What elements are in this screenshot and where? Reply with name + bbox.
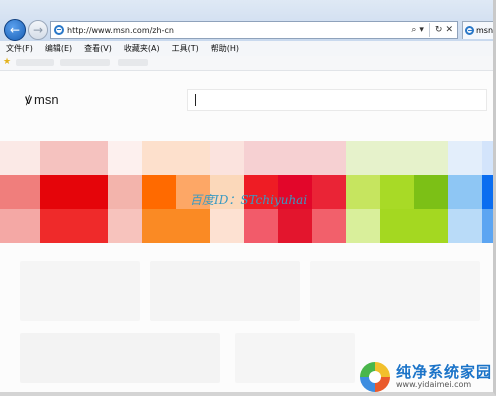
- menu-bar: 文件(F) 编辑(E) 查看(V) 收藏夹(A) 工具(T) 帮助(H): [0, 41, 493, 56]
- close-icon[interactable]: ✕: [445, 25, 453, 35]
- blurred-content: [150, 261, 300, 321]
- forward-arrow-icon: →: [32, 23, 44, 37]
- msn-page: ꝟ msn 百度ID：STchiyuhai: [0, 71, 493, 392]
- menu-view[interactable]: 查看(V): [84, 43, 112, 54]
- site-url: www.yidaimei.com: [396, 379, 472, 389]
- blurred-content: [235, 333, 355, 383]
- blurred-content: [20, 261, 140, 321]
- watermark-text: 百度ID：STchiyuhai: [190, 193, 308, 207]
- favorites-bar: ★: [0, 56, 493, 71]
- refresh-icon[interactable]: ↻: [435, 25, 443, 35]
- back-arrow-icon: ←: [9, 23, 21, 37]
- menu-tools[interactable]: 工具(T): [172, 43, 199, 54]
- text-cursor: [195, 94, 196, 106]
- url-text[interactable]: http://www.msn.com/zh-cn: [67, 26, 411, 35]
- butterfly-icon: ꝟ: [25, 92, 33, 108]
- menu-file[interactable]: 文件(F): [6, 43, 33, 54]
- back-button[interactable]: ←: [4, 19, 26, 41]
- site-logo: 纯净系统家园 www.yidaimei.com: [360, 362, 492, 392]
- tab-msn[interactable]: msn: [462, 21, 494, 39]
- search-input[interactable]: [187, 89, 487, 111]
- dropdown-icon[interactable]: ▾: [419, 25, 424, 35]
- site-emblem-icon: [360, 362, 390, 392]
- forward-button[interactable]: →: [28, 20, 48, 40]
- ie-icon: [54, 25, 64, 35]
- site-name: 纯净系统家园: [396, 362, 493, 381]
- browser-toolbar: ← → http://www.msn.com/zh-cn ⌕ ▾ ↻ ✕ msn: [0, 0, 493, 41]
- msn-logo-text: msn: [34, 92, 59, 107]
- menu-help[interactable]: 帮助(H): [211, 43, 239, 54]
- favorites-star-icon[interactable]: ★: [3, 57, 11, 67]
- favorites-link[interactable]: [16, 59, 54, 66]
- tab-title: msn: [476, 26, 494, 35]
- msn-logo[interactable]: ꝟ msn: [25, 90, 59, 109]
- favorites-link[interactable]: [118, 59, 148, 66]
- favorites-link[interactable]: [60, 59, 110, 66]
- blurred-content: [310, 261, 480, 321]
- menu-favorites[interactable]: 收藏夹(A): [124, 43, 160, 54]
- divider: [428, 23, 430, 37]
- blurred-content: [20, 333, 220, 383]
- menu-edit[interactable]: 编辑(E): [45, 43, 72, 54]
- tab-ie-icon: [465, 26, 474, 35]
- browser-window: ← → http://www.msn.com/zh-cn ⌕ ▾ ↻ ✕ msn…: [0, 0, 496, 396]
- search-icon[interactable]: ⌕: [411, 25, 416, 35]
- address-bar[interactable]: http://www.msn.com/zh-cn ⌕ ▾ ↻ ✕: [50, 21, 458, 39]
